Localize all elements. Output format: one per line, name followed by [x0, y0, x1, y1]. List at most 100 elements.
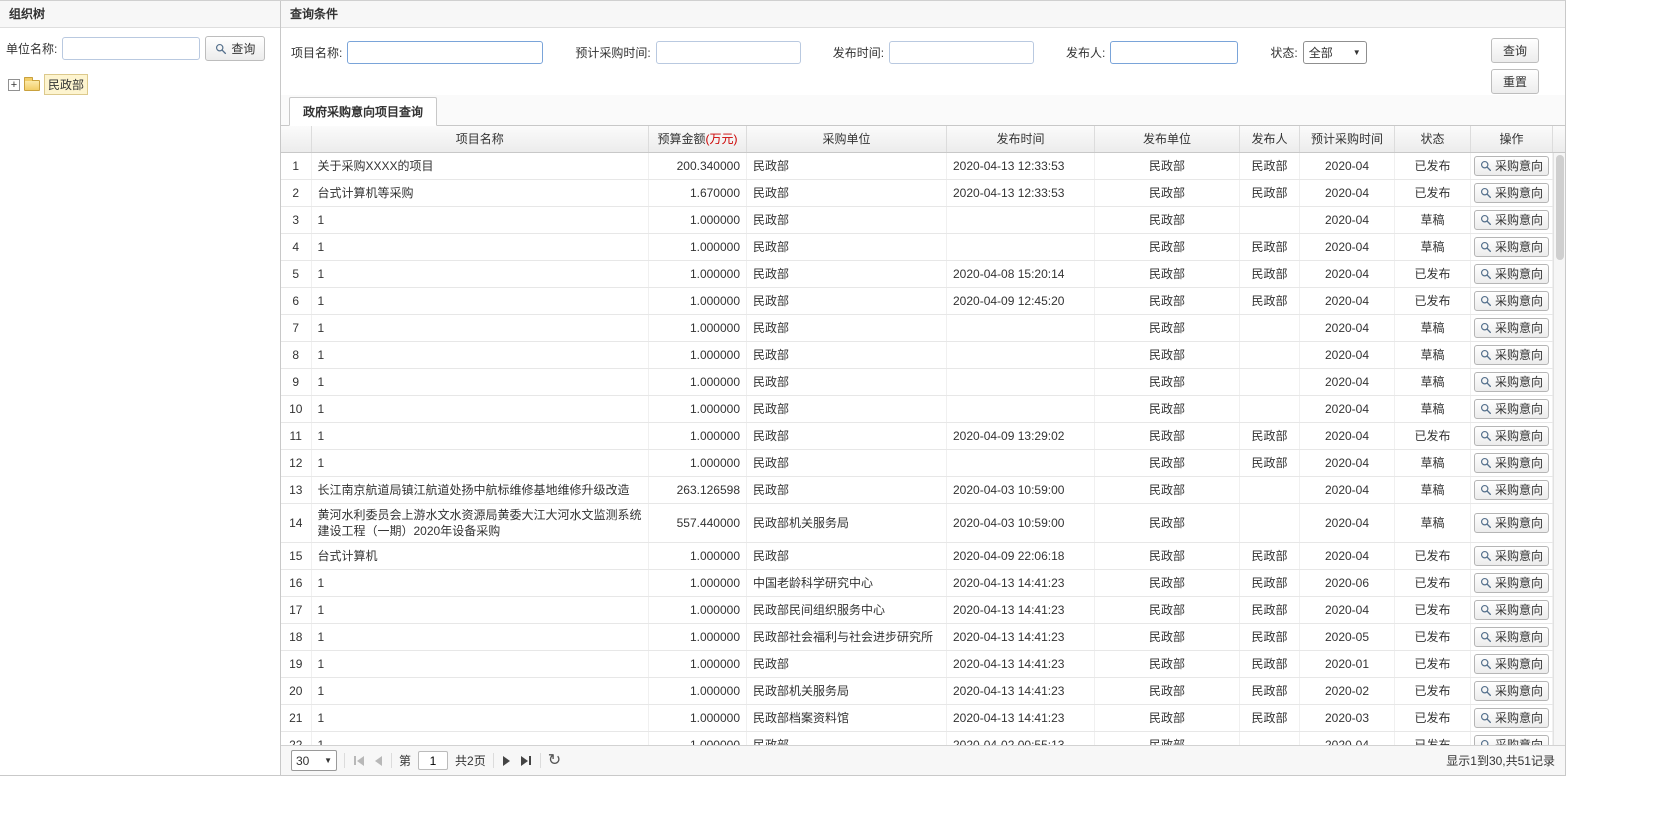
cell-action: 采购意向	[1471, 570, 1553, 597]
table-row[interactable]: 1811.000000民政部社会福利与社会进步研究所2020-04-13 14:…	[281, 624, 1553, 651]
cell-publisher	[1240, 207, 1300, 234]
table-row[interactable]: 1011.000000民政部民政部2020-04草稿采购意向	[281, 396, 1553, 423]
table-row[interactable]: 2011.000000民政部机关服务局2020-04-13 14:41:23民政…	[281, 678, 1553, 705]
procurement-intention-button[interactable]: 采购意向	[1474, 372, 1549, 392]
table-row[interactable]: 1711.000000民政部民间组织服务中心2020-04-13 14:41:2…	[281, 597, 1553, 624]
tree-node-label[interactable]: 民政部	[44, 74, 88, 95]
table-row[interactable]: 611.000000民政部2020-04-09 12:45:20民政部民政部20…	[281, 288, 1553, 315]
table-row[interactable]: 2211.000000民政部2020-04-02 00:55:13民政部2020…	[281, 732, 1553, 746]
cell-pubunit: 民政部	[1095, 705, 1240, 732]
procurement-intention-button[interactable]: 采购意向	[1474, 264, 1549, 284]
tree-expand-icon[interactable]: +	[8, 79, 20, 91]
tab-procurement-intention-query[interactable]: 政府采购意向项目查询	[289, 97, 437, 126]
table-row[interactable]: 511.000000民政部2020-04-08 15:20:14民政部民政部20…	[281, 261, 1553, 288]
procurement-intention-label: 采购意向	[1495, 266, 1543, 282]
procurement-intention-button[interactable]: 采购意向	[1474, 399, 1549, 419]
procurement-intention-button[interactable]: 采购意向	[1474, 573, 1549, 593]
reset-button[interactable]: 重置	[1491, 69, 1539, 94]
cell-no: 2	[281, 180, 311, 207]
table-row[interactable]: 911.000000民政部民政部2020-04草稿采购意向	[281, 369, 1553, 396]
cell-unit: 民政部民间组织服务中心	[747, 597, 947, 624]
procurement-intention-button[interactable]: 采购意向	[1474, 291, 1549, 311]
procurement-intention-button[interactable]: 采购意向	[1474, 681, 1549, 701]
column-header-budget[interactable]: 预算金额(万元)	[649, 126, 747, 152]
procurement-intention-button[interactable]: 采购意向	[1474, 453, 1549, 473]
procurement-intention-button[interactable]: 采购意向	[1474, 708, 1549, 728]
query-button[interactable]: 查询	[1491, 38, 1539, 63]
cell-action: 采购意向	[1471, 477, 1553, 504]
vertical-scrollbar[interactable]	[1553, 153, 1565, 745]
column-header-pubtime[interactable]: 发布时间	[947, 126, 1095, 152]
publisher-input[interactable]	[1110, 41, 1238, 64]
expected-purchase-time-label: 预计采购时间:	[575, 44, 650, 61]
column-header-plantime[interactable]: 预计采购时间	[1300, 126, 1395, 152]
magnifier-icon	[1480, 550, 1492, 562]
cell-pubtime: 2020-04-13 12:33:53	[947, 153, 1095, 180]
procurement-intention-button[interactable]: 采购意向	[1474, 345, 1549, 365]
cell-action: 采购意向	[1471, 732, 1553, 746]
table-row[interactable]: 1111.000000民政部2020-04-09 13:29:02民政部民政部2…	[281, 423, 1553, 450]
table-row[interactable]: 1211.000000民政部民政部民政部2020-04草稿采购意向	[281, 450, 1553, 477]
table-row[interactable]: 811.000000民政部民政部2020-04草稿采购意向	[281, 342, 1553, 369]
column-header-pubunit[interactable]: 发布单位	[1095, 126, 1240, 152]
org-search-button[interactable]: 查询	[205, 36, 265, 61]
status-select[interactable]: 全部 ▼	[1303, 41, 1367, 64]
table-row[interactable]: 411.000000民政部民政部民政部2020-04草稿采购意向	[281, 234, 1553, 261]
cell-name: 1	[311, 570, 649, 597]
unit-name-input[interactable]	[62, 37, 200, 60]
cell-plantime: 2020-04	[1300, 207, 1395, 234]
prev-page-button[interactable]	[373, 754, 384, 768]
table-row[interactable]: 13长江南京航道局镇江航道处扬中航标维修基地维修升级改造263.126598民政…	[281, 477, 1553, 504]
page-size-select[interactable]: 30 ▼	[291, 750, 337, 771]
column-header-action[interactable]: 操作	[1471, 126, 1553, 152]
table-row[interactable]: 1611.000000中国老龄科学研究中心2020-04-13 14:41:23…	[281, 570, 1553, 597]
magnifier-icon	[1480, 376, 1492, 388]
table-row[interactable]: 15台式计算机1.000000民政部2020-04-09 22:06:18民政部…	[281, 543, 1553, 570]
project-name-input[interactable]	[347, 41, 543, 64]
cell-action: 采购意向	[1471, 369, 1553, 396]
table-row[interactable]: 1911.000000民政部2020-04-13 14:41:23民政部民政部2…	[281, 651, 1553, 678]
column-header-unit[interactable]: 采购单位	[747, 126, 947, 152]
first-page-button[interactable]	[352, 754, 366, 768]
procurement-intention-button[interactable]: 采购意向	[1474, 546, 1549, 566]
procurement-intention-button[interactable]: 采购意向	[1474, 627, 1549, 647]
procurement-intention-button[interactable]: 采购意向	[1474, 210, 1549, 230]
procurement-intention-button[interactable]: 采购意向	[1474, 513, 1549, 533]
next-page-button[interactable]	[501, 754, 512, 768]
last-page-button[interactable]	[519, 754, 533, 768]
expected-purchase-time-input[interactable]	[656, 41, 801, 64]
procurement-intention-button[interactable]: 采购意向	[1474, 654, 1549, 674]
table-row[interactable]: 2111.000000民政部档案资料馆2020-04-13 14:41:23民政…	[281, 705, 1553, 732]
table-row[interactable]: 1关于采购XXXX的项目200.340000民政部2020-04-13 12:3…	[281, 153, 1553, 180]
table-row[interactable]: 311.000000民政部民政部2020-04草稿采购意向	[281, 207, 1553, 234]
table-row[interactable]: 2台式计算机等采购1.670000民政部2020-04-13 12:33:53民…	[281, 180, 1553, 207]
refresh-icon[interactable]: ↻	[548, 753, 561, 769]
procurement-intention-button[interactable]: 采购意向	[1474, 600, 1549, 620]
procurement-intention-button[interactable]: 采购意向	[1474, 480, 1549, 500]
scrollbar-thumb[interactable]	[1556, 155, 1564, 260]
column-header-name[interactable]: 项目名称	[311, 126, 649, 152]
magnifier-icon	[1480, 658, 1492, 670]
procurement-intention-button[interactable]: 采购意向	[1474, 156, 1549, 176]
procurement-intention-button[interactable]: 采购意向	[1474, 318, 1549, 338]
procurement-intention-button[interactable]: 采购意向	[1474, 237, 1549, 257]
procurement-intention-button[interactable]: 采购意向	[1474, 426, 1549, 446]
procurement-intention-button[interactable]: 采购意向	[1474, 183, 1549, 203]
table-row[interactable]: 14黄河水利委员会上游水文水资源局黄委大江大河水文监测系统建设工程（一期）202…	[281, 504, 1553, 543]
table-row[interactable]: 711.000000民政部民政部2020-04草稿采购意向	[281, 315, 1553, 342]
cell-pubunit: 民政部	[1095, 153, 1240, 180]
cell-plantime: 2020-04	[1300, 504, 1395, 543]
column-header-no[interactable]	[281, 126, 311, 152]
procurement-intention-button[interactable]: 采购意向	[1474, 735, 1549, 745]
page-number-input[interactable]	[418, 751, 448, 770]
app-window: 组织树 单位名称: 查询 + 民政部 查询条件	[0, 0, 1668, 822]
cell-plantime: 2020-06	[1300, 570, 1395, 597]
org-search-button-label: 查询	[231, 40, 255, 57]
cell-budget: 200.340000	[649, 153, 747, 180]
publish-time-input[interactable]	[889, 41, 1034, 64]
org-tree-title: 组织树	[0, 1, 280, 28]
column-header-publisher[interactable]: 发布人	[1240, 126, 1300, 152]
cell-action: 采购意向	[1471, 288, 1553, 315]
magnifier-icon	[1480, 322, 1492, 334]
column-header-status[interactable]: 状态	[1395, 126, 1471, 152]
